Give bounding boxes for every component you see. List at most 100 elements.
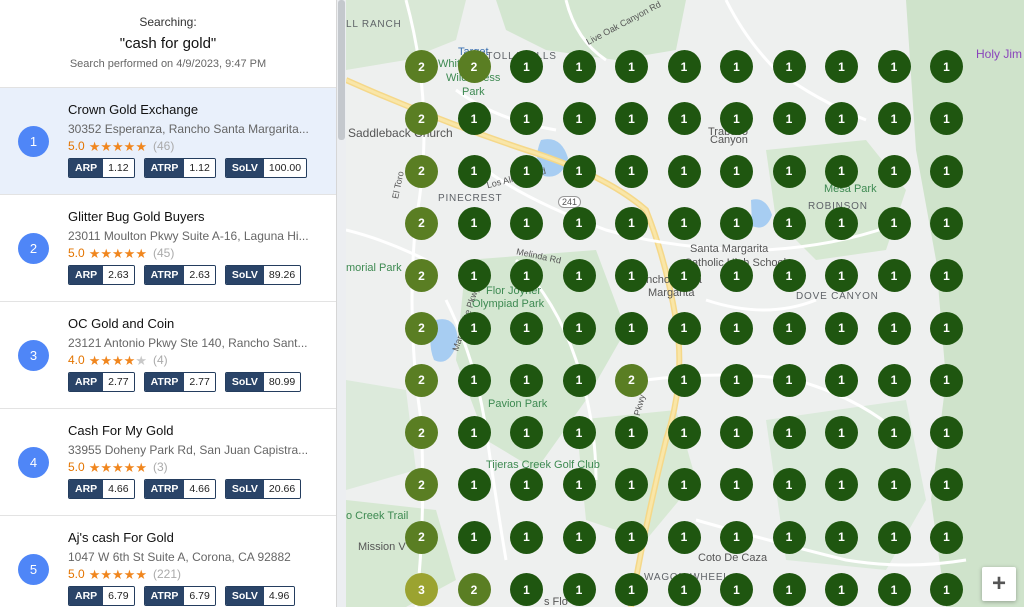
map-view[interactable]: LL RANCH Target Whiting Wilderness Park …: [346, 0, 1024, 607]
rank-marker[interactable]: 1: [667, 206, 701, 240]
rank-marker[interactable]: 1: [772, 102, 806, 136]
rank-marker[interactable]: 1: [510, 311, 543, 345]
rank-marker[interactable]: 2: [405, 259, 438, 293]
rank-marker[interactable]: 1: [825, 363, 858, 397]
rank-marker[interactable]: 1: [877, 416, 911, 450]
rank-marker[interactable]: 1: [457, 520, 491, 554]
rank-marker[interactable]: 1: [772, 259, 806, 293]
rank-marker[interactable]: 2: [405, 311, 438, 345]
rank-marker[interactable]: 1: [562, 311, 596, 345]
rank-marker[interactable]: 1: [772, 416, 806, 450]
rank-marker[interactable]: 1: [562, 50, 596, 83]
rank-marker[interactable]: 1: [562, 468, 596, 502]
rank-marker[interactable]: 1: [877, 206, 911, 240]
rank-marker[interactable]: 1: [825, 206, 858, 240]
result-card[interactable]: 3 OC Gold and Coin 23121 Antonio Pkwy St…: [0, 302, 336, 409]
rank-marker[interactable]: 1: [457, 468, 491, 502]
rank-marker[interactable]: 1: [720, 50, 753, 83]
rank-marker[interactable]: 1: [562, 102, 596, 136]
rank-marker[interactable]: 1: [720, 311, 753, 345]
rank-marker[interactable]: 3: [405, 573, 438, 606]
rank-marker[interactable]: 1: [877, 102, 911, 136]
rank-marker[interactable]: 1: [930, 520, 963, 554]
rank-marker[interactable]: 1: [825, 50, 858, 83]
rank-marker[interactable]: 1: [877, 573, 911, 606]
rank-marker[interactable]: 1: [825, 520, 858, 554]
rank-marker[interactable]: 1: [562, 154, 596, 188]
rank-marker[interactable]: 1: [720, 520, 753, 554]
rank-marker[interactable]: 1: [772, 311, 806, 345]
rank-marker[interactable]: 1: [562, 573, 596, 606]
rank-marker[interactable]: 1: [667, 468, 701, 502]
rank-marker[interactable]: 1: [510, 206, 543, 240]
rank-marker[interactable]: 1: [562, 416, 596, 450]
rank-marker[interactable]: 1: [615, 154, 648, 188]
rank-marker[interactable]: 1: [562, 363, 596, 397]
rank-marker[interactable]: 1: [510, 416, 543, 450]
rank-marker[interactable]: 1: [877, 468, 911, 502]
rank-marker[interactable]: 1: [615, 311, 648, 345]
rank-marker[interactable]: 1: [877, 311, 911, 345]
rank-marker[interactable]: 1: [457, 206, 491, 240]
rank-marker[interactable]: 1: [877, 520, 911, 554]
business-name[interactable]: OC Gold and Coin: [68, 316, 174, 331]
rank-marker[interactable]: 1: [667, 363, 701, 397]
rank-marker[interactable]: 2: [405, 50, 438, 83]
rank-marker[interactable]: 1: [562, 520, 596, 554]
rank-marker[interactable]: 1: [877, 259, 911, 293]
rank-marker[interactable]: 1: [615, 573, 648, 606]
rank-marker[interactable]: 1: [825, 259, 858, 293]
business-name[interactable]: Cash For My Gold: [68, 423, 173, 438]
rank-marker[interactable]: 1: [825, 311, 858, 345]
rank-marker[interactable]: 1: [510, 573, 543, 606]
rank-marker[interactable]: 1: [457, 416, 491, 450]
rank-marker[interactable]: 2: [405, 416, 438, 450]
rank-marker[interactable]: 1: [930, 363, 963, 397]
rank-marker[interactable]: 2: [615, 363, 648, 397]
rank-marker[interactable]: 1: [720, 259, 753, 293]
rank-marker[interactable]: 1: [615, 50, 648, 83]
rank-marker[interactable]: 1: [720, 573, 753, 606]
rank-marker[interactable]: 1: [720, 363, 753, 397]
rank-marker[interactable]: 1: [930, 573, 963, 606]
rank-marker[interactable]: 1: [772, 363, 806, 397]
rank-marker[interactable]: 1: [667, 102, 701, 136]
rank-marker[interactable]: 1: [877, 363, 911, 397]
rank-marker[interactable]: 1: [930, 311, 963, 345]
result-card[interactable]: 2 Glitter Bug Gold Buyers 23011 Moulton …: [0, 195, 336, 302]
rank-marker[interactable]: 1: [667, 311, 701, 345]
rank-marker[interactable]: 1: [615, 206, 648, 240]
rank-marker[interactable]: 1: [772, 154, 806, 188]
rank-marker[interactable]: 1: [772, 573, 806, 606]
zoom-in-button[interactable]: +: [982, 567, 1016, 601]
rank-marker[interactable]: 1: [877, 50, 911, 83]
rank-marker[interactable]: 1: [510, 259, 543, 293]
sidebar-scrollbar-thumb[interactable]: [338, 0, 345, 140]
rank-marker[interactable]: 1: [510, 154, 543, 188]
rank-marker[interactable]: 1: [930, 206, 963, 240]
rank-marker[interactable]: 1: [562, 259, 596, 293]
rank-marker[interactable]: 1: [457, 259, 491, 293]
rank-marker[interactable]: 2: [457, 573, 491, 606]
rank-marker[interactable]: 1: [667, 573, 701, 606]
rank-marker[interactable]: 1: [930, 50, 963, 83]
rank-marker[interactable]: 1: [720, 206, 753, 240]
business-name[interactable]: Glitter Bug Gold Buyers: [68, 209, 205, 224]
rank-marker[interactable]: 1: [667, 416, 701, 450]
rank-marker[interactable]: 2: [405, 154, 438, 188]
rank-marker[interactable]: 1: [667, 259, 701, 293]
rank-marker[interactable]: 1: [877, 154, 911, 188]
result-card[interactable]: 4 Cash For My Gold 33955 Doheny Park Rd,…: [0, 409, 336, 516]
rank-marker[interactable]: 1: [930, 154, 963, 188]
rank-marker[interactable]: 1: [720, 416, 753, 450]
rank-marker[interactable]: 1: [667, 154, 701, 188]
rank-marker[interactable]: 1: [457, 311, 491, 345]
rank-marker[interactable]: 1: [772, 206, 806, 240]
rank-marker[interactable]: 1: [510, 50, 543, 83]
rank-marker[interactable]: 1: [457, 102, 491, 136]
rank-marker[interactable]: 1: [457, 154, 491, 188]
rank-marker[interactable]: 1: [772, 520, 806, 554]
rank-marker[interactable]: 1: [930, 416, 963, 450]
result-card[interactable]: 5 Aj's cash For Gold 1047 W 6th St Suite…: [0, 516, 336, 607]
rank-marker[interactable]: 1: [667, 50, 701, 83]
